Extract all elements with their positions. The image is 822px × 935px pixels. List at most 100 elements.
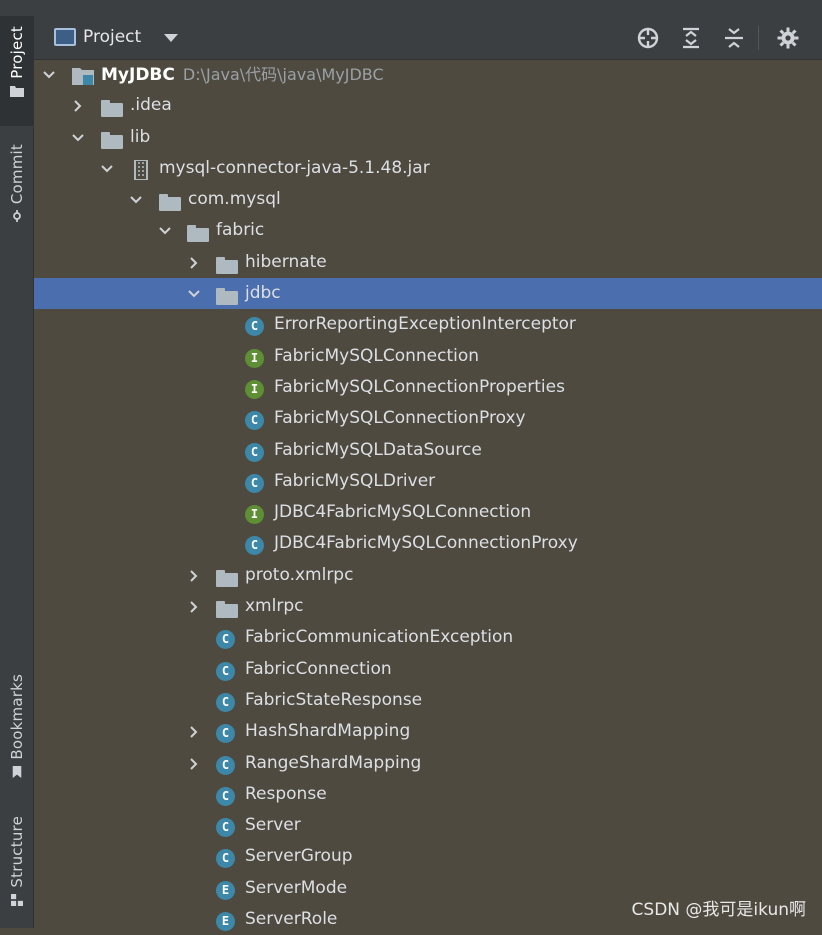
package-icon bbox=[216, 254, 238, 274]
tool-tab-structure[interactable]: Structure bbox=[0, 816, 33, 928]
tree-node-label: fabric bbox=[216, 220, 265, 241]
tool-tab-commit-label: Commit bbox=[7, 144, 26, 205]
tree-node-class[interactable]: C FabricCommunicationException bbox=[34, 622, 822, 653]
chevron-right-icon[interactable] bbox=[187, 256, 201, 270]
tree-node-class[interactable]: C JDBC4FabricMySQLConnectionProxy bbox=[34, 528, 822, 559]
chevron-down-icon[interactable] bbox=[129, 193, 143, 207]
class-icon: C bbox=[245, 410, 264, 431]
tree-node-label: Response bbox=[245, 783, 327, 804]
tree-node-proto-xmlrpc[interactable]: proto.xmlrpc bbox=[34, 560, 822, 591]
tree-node-label: RangeShardMapping bbox=[245, 752, 422, 773]
tool-tab-bookmarks[interactable]: Bookmarks bbox=[0, 674, 33, 794]
tree-node-class[interactable]: C ServerGroup bbox=[34, 841, 822, 872]
class-icon: C bbox=[216, 629, 235, 650]
project-name: MyJDBC bbox=[101, 65, 175, 85]
tree-node-label: FabricMySQLConnectionProperties bbox=[274, 376, 565, 397]
interface-icon: I bbox=[245, 348, 264, 368]
tree-node-com-mysql[interactable]: com.mysql bbox=[34, 184, 822, 215]
interface-icon: I bbox=[245, 379, 264, 399]
tree-node-label: FabricMySQLConnection bbox=[274, 345, 480, 366]
chevron-down-icon[interactable] bbox=[42, 68, 56, 82]
tree-node-jdbc[interactable]: jdbc bbox=[34, 278, 822, 310]
class-icon: C bbox=[216, 661, 235, 681]
tree-node-label: hibernate bbox=[245, 251, 327, 272]
tree-node-label: ServerMode bbox=[245, 877, 348, 898]
watermark: CSDN @我可是ikun啊 bbox=[631, 900, 806, 920]
enum-icon: E bbox=[216, 911, 235, 932]
tool-tab-commit[interactable]: Commit bbox=[0, 144, 33, 254]
tree-node-hibernate[interactable]: hibernate bbox=[34, 247, 822, 278]
structure-icon bbox=[10, 893, 23, 906]
package-icon bbox=[216, 567, 238, 587]
tree-node-label: ServerGroup bbox=[245, 846, 353, 867]
select-opened-file-icon[interactable] bbox=[636, 26, 660, 50]
tree-node-class[interactable]: C Response bbox=[34, 779, 822, 810]
chevron-down-icon[interactable] bbox=[187, 287, 201, 301]
folder-icon bbox=[9, 85, 24, 97]
tree-node-interface[interactable]: I FabricMySQLConnection bbox=[34, 341, 822, 372]
class-icon: C bbox=[245, 316, 264, 337]
tree-node-label: xmlrpc bbox=[245, 596, 304, 617]
tree-node-label: FabricMySQLDataSource bbox=[274, 439, 482, 460]
tree-node-interface[interactable]: I JDBC4FabricMySQLConnection bbox=[34, 497, 822, 528]
chevron-down-icon[interactable] bbox=[71, 131, 85, 145]
left-tool-window-bar: Project Commit Bookmarks Structure bbox=[0, 16, 34, 928]
folder-icon bbox=[101, 97, 123, 118]
chevron-right-icon[interactable] bbox=[187, 569, 201, 583]
tree-node-class[interactable]: C FabricStateResponse bbox=[34, 685, 822, 716]
tree-node-lib[interactable]: lib bbox=[34, 122, 822, 153]
project-path: D:\Java\代码\java\MyJDBC bbox=[182, 65, 384, 84]
project-view-icon bbox=[54, 28, 76, 46]
tree-node-label: FabricStateResponse bbox=[245, 689, 423, 710]
chevron-right-icon[interactable] bbox=[71, 99, 85, 113]
chevron-down-icon[interactable] bbox=[100, 162, 114, 176]
tool-tab-project[interactable]: Project bbox=[0, 16, 33, 126]
class-icon: C bbox=[245, 442, 264, 462]
tree-node-label: .idea bbox=[130, 95, 172, 116]
collapse-all-icon[interactable] bbox=[722, 26, 746, 50]
class-icon: C bbox=[216, 692, 235, 712]
tool-tab-bookmarks-label: Bookmarks bbox=[7, 674, 26, 760]
class-icon: C bbox=[216, 848, 235, 869]
tree-node-label: JDBC4FabricMySQLConnectionProxy bbox=[274, 533, 578, 554]
tree-node-label: HashShardMapping bbox=[245, 721, 411, 742]
tree-node-class[interactable]: C FabricMySQLDataSource bbox=[34, 435, 822, 466]
tree-node-label: mysql-connector-java-5.1.48.jar bbox=[159, 157, 430, 178]
tree-node-class[interactable]: C FabricMySQLDriver bbox=[34, 466, 822, 497]
tree-node-class[interactable]: C FabricConnection bbox=[34, 654, 822, 685]
tree-node-interface[interactable]: I FabricMySQLConnectionProperties bbox=[34, 372, 822, 403]
tree-node-label: ErrorReportingExceptionInterceptor bbox=[274, 314, 576, 335]
class-icon: C bbox=[216, 755, 235, 775]
chevron-right-icon[interactable] bbox=[187, 725, 201, 739]
project-tree: MyJDBC D:\Java\代码\java\MyJDBC .idea lib m… bbox=[34, 59, 822, 935]
tree-node-class[interactable]: C RangeShardMapping bbox=[34, 748, 822, 779]
project-view-title[interactable]: Project bbox=[83, 27, 141, 47]
project-panel-header: Project bbox=[34, 16, 822, 60]
tree-node-class[interactable]: C HashShardMapping bbox=[34, 716, 822, 747]
tree-node-class[interactable]: C Server bbox=[34, 810, 822, 841]
expand-all-icon[interactable] bbox=[679, 26, 703, 50]
commit-icon bbox=[12, 210, 21, 223]
chevron-down-icon[interactable] bbox=[158, 224, 172, 238]
chevron-right-icon[interactable] bbox=[187, 600, 201, 614]
tree-node-label: ServerRole bbox=[245, 909, 338, 930]
package-icon bbox=[216, 598, 238, 619]
class-icon: C bbox=[216, 723, 235, 744]
gear-icon[interactable] bbox=[776, 26, 800, 50]
tool-tab-structure-label: Structure bbox=[7, 816, 26, 888]
tree-node-class[interactable]: C ErrorReportingExceptionInterceptor bbox=[34, 309, 822, 340]
tree-node-label: FabricCommunicationException bbox=[245, 627, 514, 648]
tree-node-jar[interactable]: mysql-connector-java-5.1.48.jar bbox=[34, 153, 822, 184]
tree-node-root[interactable]: MyJDBC D:\Java\代码\java\MyJDBC bbox=[34, 59, 822, 90]
class-icon: C bbox=[216, 817, 235, 838]
package-icon bbox=[216, 285, 238, 306]
tree-node-xmlrpc[interactable]: xmlrpc bbox=[34, 591, 822, 622]
tree-node-class[interactable]: C FabricMySQLConnectionProxy bbox=[34, 403, 822, 434]
class-icon: C bbox=[216, 786, 235, 806]
tree-node-fabric[interactable]: fabric bbox=[34, 215, 822, 246]
folder-icon bbox=[101, 129, 123, 149]
tree-node-idea[interactable]: .idea bbox=[34, 90, 822, 121]
header-divider bbox=[758, 26, 759, 50]
chevron-right-icon[interactable] bbox=[187, 757, 201, 771]
view-dropdown-caret-icon[interactable] bbox=[164, 34, 178, 42]
